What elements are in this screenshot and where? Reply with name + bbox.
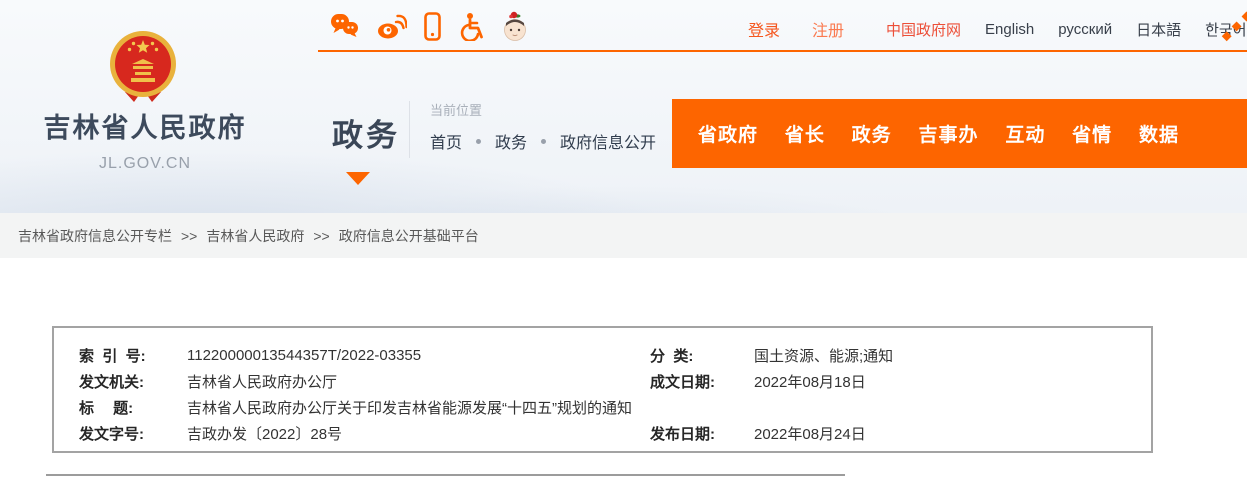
doc-value-date-published: 2022年08月24日 [754,423,1151,444]
weibo-icon[interactable] [377,13,407,40]
path-link-disclosure-column[interactable]: 吉林省政府信息公开专栏 [18,226,172,246]
vertical-divider [409,101,410,158]
bottom-divider-line [46,474,845,476]
site-title: 吉林省人民政府 [42,106,248,145]
lang-english-link[interactable]: English [985,21,1034,38]
nav-item-data[interactable]: 数据 [1139,120,1179,147]
lang-korean-link[interactable]: 한국어 [1205,19,1246,40]
path-link-provincial-government[interactable]: 吉林省人民政府 [206,226,304,246]
nav-item-government-affairs[interactable]: 政务 [852,120,892,147]
document-info-box: 索 引 号: 11220000013544357T/2022-03355 分 类… [52,326,1153,453]
page: 吉林省人民政府 JL.GOV.CN [0,0,1247,478]
doc-label-category: 分 类: [650,345,754,366]
main-nav: 省政府 省长 政务 吉事办 互动 省情 数据 [672,99,1247,168]
breadcrumb-page[interactable]: 政府信息公开 [560,129,656,153]
china-gov-link[interactable]: 中国政府网 [886,19,961,40]
nav-item-jishiban[interactable]: 吉事办 [918,120,978,147]
accessibility-icon[interactable] [458,12,484,41]
doc-label-document-number: 发文字号: [79,423,187,444]
doc-label-index-number: 索 引 号: [79,345,187,366]
doc-value-document-number: 吉政办发〔2022〕28号 [187,423,650,444]
site-domain: JL.GOV.CN [42,155,248,173]
national-emblem-logo[interactable] [108,28,178,104]
doc-value-index-number: 11220000013544357T/2022-03355 [187,347,650,364]
breadcrumb: 首页 政务 政府信息公开 [430,129,656,153]
doc-value-issuing-agency: 吉林省人民政府办公厅 [187,371,650,392]
breadcrumb-separator [476,139,481,144]
nav-item-province-overview[interactable]: 省情 [1072,120,1112,147]
header-accent-line [318,50,1247,52]
nav-item-interaction[interactable]: 互动 [1005,120,1045,147]
social-icon-row [330,8,529,44]
doc-value-category: 国土资源、能源;通知 [754,345,1151,366]
current-location-label: 当前位置 [430,100,482,119]
path-bar: 吉林省政府信息公开专栏 >> 吉林省人民政府 >> 政府信息公开基础平台 [0,213,1247,258]
doc-value-title: 吉林省人民政府办公厅关于印发吉林省能源发展“十四五”规划的通知 [187,397,650,418]
mascot-icon[interactable] [501,10,529,42]
breadcrumb-separator [541,139,546,144]
doc-label-issuing-agency: 发文机关: [79,371,187,392]
register-link[interactable]: 注册 [812,17,844,41]
breadcrumb-section[interactable]: 政务 [495,129,527,153]
path-separator: >> [313,228,329,244]
path-separator: >> [181,228,197,244]
document-info-grid: 索 引 号: 11220000013544357T/2022-03355 分 类… [54,328,1151,446]
mobile-icon[interactable] [424,12,441,41]
lang-russian-link[interactable]: русский [1058,21,1112,38]
doc-label-date-written: 成文日期: [650,371,754,392]
path-link-disclosure-platform[interactable]: 政府信息公开基础平台 [339,226,479,246]
doc-label-title: 标 题: [79,397,187,418]
caret-down-icon [346,172,370,185]
login-link[interactable]: 登录 [748,17,780,41]
wechat-icon[interactable] [330,13,360,40]
nav-item-provincial-government[interactable]: 省政府 [698,120,758,147]
doc-label-date-published: 发布日期: [650,423,754,444]
utility-links: 登录 注册 中国政府网 English русский 日本語 한국어 站群导航 [748,17,1245,41]
doc-value-date-written: 2022年08月18日 [754,371,1151,392]
lang-japanese-link[interactable]: 日本語 [1136,19,1181,40]
breadcrumb-home[interactable]: 首页 [430,129,462,153]
section-title: 政务 [332,110,400,155]
nav-item-governor[interactable]: 省长 [785,120,825,147]
